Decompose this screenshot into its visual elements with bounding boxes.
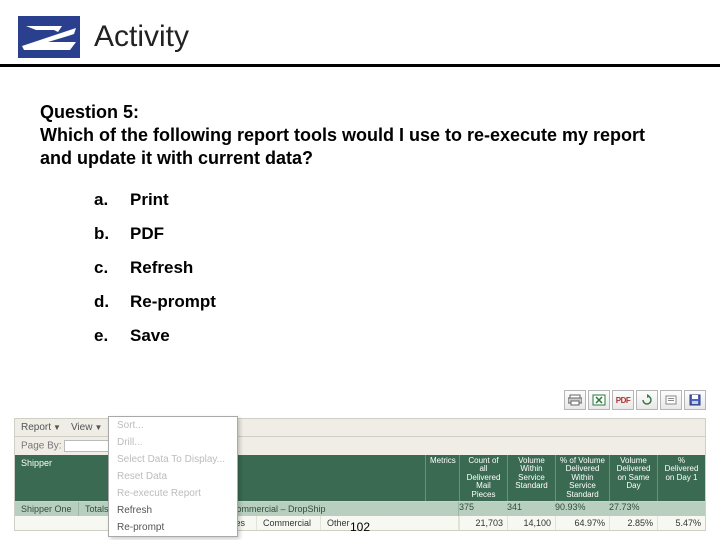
- metric-col: % of Volume Delivered Within Service Sta…: [555, 455, 609, 501]
- page-by-label: Page By:: [21, 441, 62, 452]
- option-letter: c.: [94, 258, 130, 278]
- metric-col: % Delivered on Day 1: [657, 455, 705, 501]
- option-label: PDF: [130, 224, 164, 244]
- slide-header: Activity: [0, 0, 720, 67]
- pdf-label: PDF: [616, 396, 631, 405]
- option-b: b. PDF: [94, 224, 720, 244]
- option-letter: e.: [94, 326, 130, 346]
- menu-report[interactable]: Report▼: [21, 422, 61, 433]
- dropdown-item-refresh[interactable]: Refresh: [109, 502, 237, 519]
- data-cell: 90.93%: [555, 502, 609, 516]
- question-block: Question 5: Which of the following repor…: [40, 101, 680, 170]
- option-d: d. Re-prompt: [94, 292, 720, 312]
- data-cell: 27.73%: [609, 502, 657, 516]
- metric-col: Volume Within Service Standard: [507, 455, 555, 501]
- option-letter: d.: [94, 292, 130, 312]
- data-cell: 341: [507, 502, 555, 516]
- option-letter: b.: [94, 224, 130, 244]
- metric-col: Count of all Delivered Mail Pieces: [459, 455, 507, 501]
- option-label: Re-prompt: [130, 292, 216, 312]
- data-cell: [657, 502, 705, 516]
- option-label: Print: [130, 190, 169, 210]
- dropdown-item-select-data: Select Data To Display...: [109, 451, 237, 468]
- dropdown-item-drill: Drill...: [109, 434, 237, 451]
- dropdown-item-sort: Sort...: [109, 417, 237, 434]
- dropdown-item-reset-data: Reset Data: [109, 468, 237, 485]
- question-prefix: Question 5:: [40, 102, 139, 122]
- reprompt-icon[interactable]: [660, 390, 682, 410]
- question-text: Which of the following report tools woul…: [40, 125, 645, 168]
- usps-logo: [18, 16, 80, 58]
- data-menu-dropdown: Sort... Drill... Select Data To Display.…: [108, 416, 238, 537]
- dropdown-item-reexecute: Re-execute Report: [109, 485, 237, 502]
- option-label: Save: [130, 326, 170, 346]
- page-title: Activity: [94, 20, 189, 54]
- option-a: a. Print: [94, 190, 720, 210]
- save-icon[interactable]: [684, 390, 706, 410]
- dropdown-item-reprompt[interactable]: Re-prompt: [109, 519, 237, 536]
- report-toolbar: PDF: [564, 390, 706, 410]
- option-e: e. Save: [94, 326, 720, 346]
- menu-view[interactable]: View▼: [71, 422, 102, 433]
- excel-icon[interactable]: [588, 390, 610, 410]
- option-c: c. Refresh: [94, 258, 720, 278]
- print-icon[interactable]: [564, 390, 586, 410]
- sub-cell: Shipper One: [15, 502, 79, 516]
- data-cell: 375: [459, 502, 507, 516]
- answer-options: a. Print b. PDF c. Refresh d. Re-prompt …: [94, 190, 720, 346]
- option-letter: a.: [94, 190, 130, 210]
- option-label: Refresh: [130, 258, 193, 278]
- metrics-headers: Metrics Count of all Delivered Mail Piec…: [425, 455, 705, 501]
- refresh-icon[interactable]: [636, 390, 658, 410]
- metric-col: Volume Delivered on Same Day: [609, 455, 657, 501]
- pdf-icon[interactable]: PDF: [612, 390, 634, 410]
- metrics-label: Metrics: [425, 455, 459, 501]
